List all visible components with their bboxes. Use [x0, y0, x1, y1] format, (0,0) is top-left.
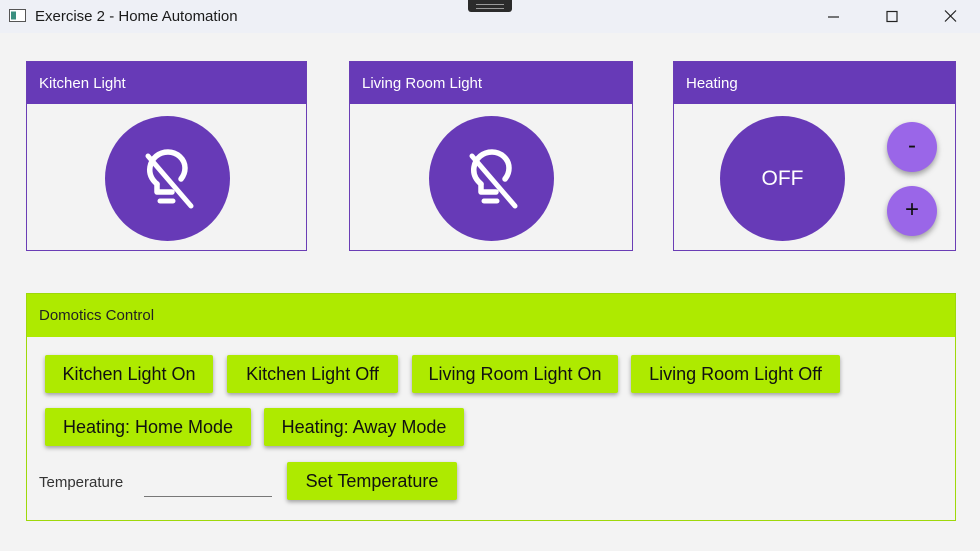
- temperature-label: Temperature: [39, 474, 124, 491]
- minimize-icon: [828, 16, 839, 18]
- living-room-light-toggle[interactable]: [429, 116, 554, 241]
- living-room-light-card-title: Living Room Light: [350, 62, 632, 104]
- heating-home-mode-button[interactable]: Heating: Home Mode: [45, 408, 251, 446]
- kitchen-light-on-button[interactable]: Kitchen Light On: [45, 355, 213, 393]
- living-room-light-card: Living Room Light: [349, 61, 633, 251]
- snap-layout-handle[interactable]: [468, 0, 512, 12]
- heating-status-display: OFF: [720, 116, 845, 241]
- temperature-input[interactable]: [144, 466, 272, 497]
- window-titlebar[interactable]: Exercise 2 - Home Automation: [0, 0, 980, 33]
- kitchen-light-off-button[interactable]: Kitchen Light Off: [227, 355, 398, 393]
- window-title: Exercise 2 - Home Automation: [35, 8, 238, 25]
- minimize-button[interactable]: [805, 0, 863, 33]
- kitchen-light-card-title: Kitchen Light: [27, 62, 306, 104]
- living-room-light-off-button[interactable]: Living Room Light Off: [631, 355, 840, 393]
- heating-card-title: Heating: [674, 62, 955, 104]
- decrease-temperature-button[interactable]: -: [887, 122, 937, 172]
- kitchen-light-toggle[interactable]: [105, 116, 230, 241]
- close-icon: [944, 10, 957, 22]
- maximize-icon: [886, 10, 898, 23]
- heating-card: Heating OFF - +: [673, 61, 956, 251]
- living-room-light-on-button[interactable]: Living Room Light On: [412, 355, 618, 393]
- maximize-button[interactable]: [863, 0, 921, 33]
- lightbulb-off-icon: [469, 149, 518, 209]
- set-temperature-button[interactable]: Set Temperature: [287, 462, 457, 500]
- increase-temperature-button[interactable]: +: [887, 186, 937, 236]
- lightbulb-off-icon: [145, 149, 194, 209]
- domotics-control-title: Domotics Control: [27, 294, 955, 337]
- heating-away-mode-button[interactable]: Heating: Away Mode: [264, 408, 464, 446]
- close-button[interactable]: [922, 0, 980, 33]
- domotics-control-panel: Domotics Control Kitchen Light On Kitche…: [26, 293, 956, 521]
- kitchen-light-card: Kitchen Light: [26, 61, 307, 251]
- app-icon: [9, 9, 26, 22]
